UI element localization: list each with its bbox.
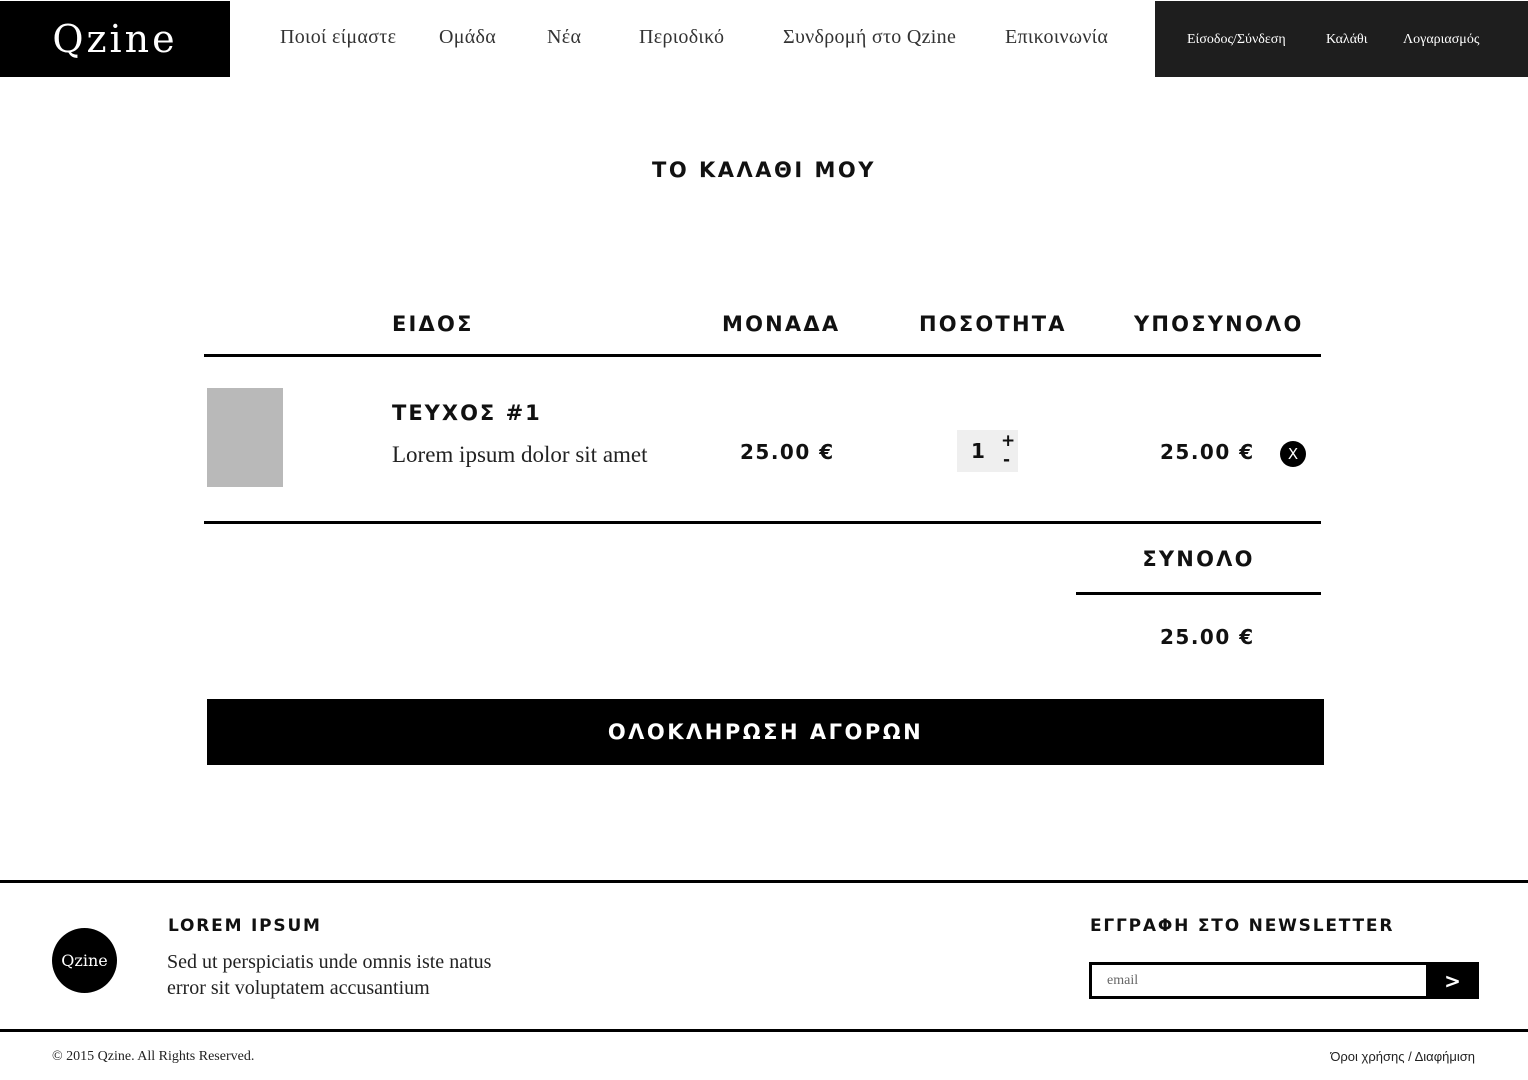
site-logo[interactable]: Qzine xyxy=(0,1,230,77)
decrement-button[interactable]: - xyxy=(1003,450,1010,470)
nav-item-team[interactable]: Ομάδα xyxy=(439,26,496,49)
total-label: ΣΥΝΟΛΟ xyxy=(1142,547,1255,571)
nav-item-subscription[interactable]: Συνδρομή στο Qzine xyxy=(783,26,956,49)
product-description: Lorem ipsum dolor sit amet xyxy=(392,442,648,467)
legal-separator: / xyxy=(1404,1049,1415,1064)
site-header: Qzine Ποιοί είμαστε Ομάδα Νέα Περιοδικό … xyxy=(0,0,1528,78)
product-title[interactable]: ΤΕΥΧΟΣ #1 xyxy=(392,401,542,425)
login-link[interactable]: Είσοδος/Σύνδεση xyxy=(1187,32,1286,48)
row-subtotal: 25.00 € xyxy=(1160,440,1255,464)
column-header-subtotal: ΥΠΟΣΥΝΟΛΟ xyxy=(1134,312,1304,336)
footer-about-title: LOREM IPSUM xyxy=(168,916,322,936)
nav-item-news[interactable]: Νέα xyxy=(547,26,581,49)
page-title: ΤΟ ΚΑΛΑΘΙ ΜΟΥ xyxy=(652,158,876,182)
checkout-button[interactable]: ΟΛΟΚΛΗΡΩΣΗ ΑΓΟΡΩΝ xyxy=(207,699,1324,765)
footer-logo-text: Qzine xyxy=(61,951,108,970)
footer-about-line-1: Sed ut perspiciatis unde omnis iste natu… xyxy=(167,951,492,973)
total-divider xyxy=(1076,592,1321,595)
cart-link[interactable]: Καλάθι xyxy=(1326,32,1368,48)
quantity-stepper: 1 + - xyxy=(957,430,1018,472)
newsletter-email-input[interactable] xyxy=(1092,965,1426,996)
column-header-quantity: ΠΟΣΟΤΗΤΑ xyxy=(919,312,1067,336)
remove-item-button[interactable]: X xyxy=(1280,441,1306,467)
nav-item-who-we-are[interactable]: Ποιοί είμαστε xyxy=(280,26,396,49)
header-divider xyxy=(204,354,1321,357)
footer-bottom-divider xyxy=(0,1029,1528,1032)
newsletter-submit-button[interactable]: > xyxy=(1426,962,1479,999)
footer-logo[interactable]: Qzine xyxy=(52,928,117,993)
nav-item-magazine[interactable]: Περιοδικό xyxy=(639,26,724,49)
newsletter-title: ΕΓΓΡΑΦΗ ΣΤΟ NEWSLETTER xyxy=(1090,916,1395,936)
advertising-link[interactable]: Διαφήμιση xyxy=(1415,1049,1475,1064)
column-header-unit: ΜΟΝΑΔΑ xyxy=(722,312,841,336)
product-thumbnail[interactable] xyxy=(207,388,283,487)
newsletter-form: > xyxy=(1089,962,1479,999)
copyright-text: © 2015 Qzine. All Rights Reserved. xyxy=(52,1049,255,1064)
remove-label: X xyxy=(1287,445,1299,463)
legal-links: Όροι χρήσης / Διαφήμιση xyxy=(1330,1049,1475,1064)
total-value: 25.00 € xyxy=(1160,625,1255,649)
increment-button[interactable]: + xyxy=(1001,431,1015,451)
unit-price: 25.00 € xyxy=(740,440,835,464)
quantity-value[interactable]: 1 xyxy=(971,439,985,463)
nav-item-contact[interactable]: Επικοινωνία xyxy=(1005,26,1108,49)
row-divider xyxy=(204,521,1321,524)
column-header-item: ΕΙΔΟΣ xyxy=(392,312,474,336)
account-bar: Είσοδος/Σύνδεση Καλάθι Λογαριασμός xyxy=(1155,1,1528,77)
logo-text: Qzine xyxy=(52,17,178,61)
terms-link[interactable]: Όροι χρήσης xyxy=(1330,1049,1404,1064)
footer-about-line-2: error sit voluptatem accusantium xyxy=(167,977,430,999)
account-link[interactable]: Λογαριασμός xyxy=(1403,32,1479,48)
footer-top-divider xyxy=(0,880,1528,883)
